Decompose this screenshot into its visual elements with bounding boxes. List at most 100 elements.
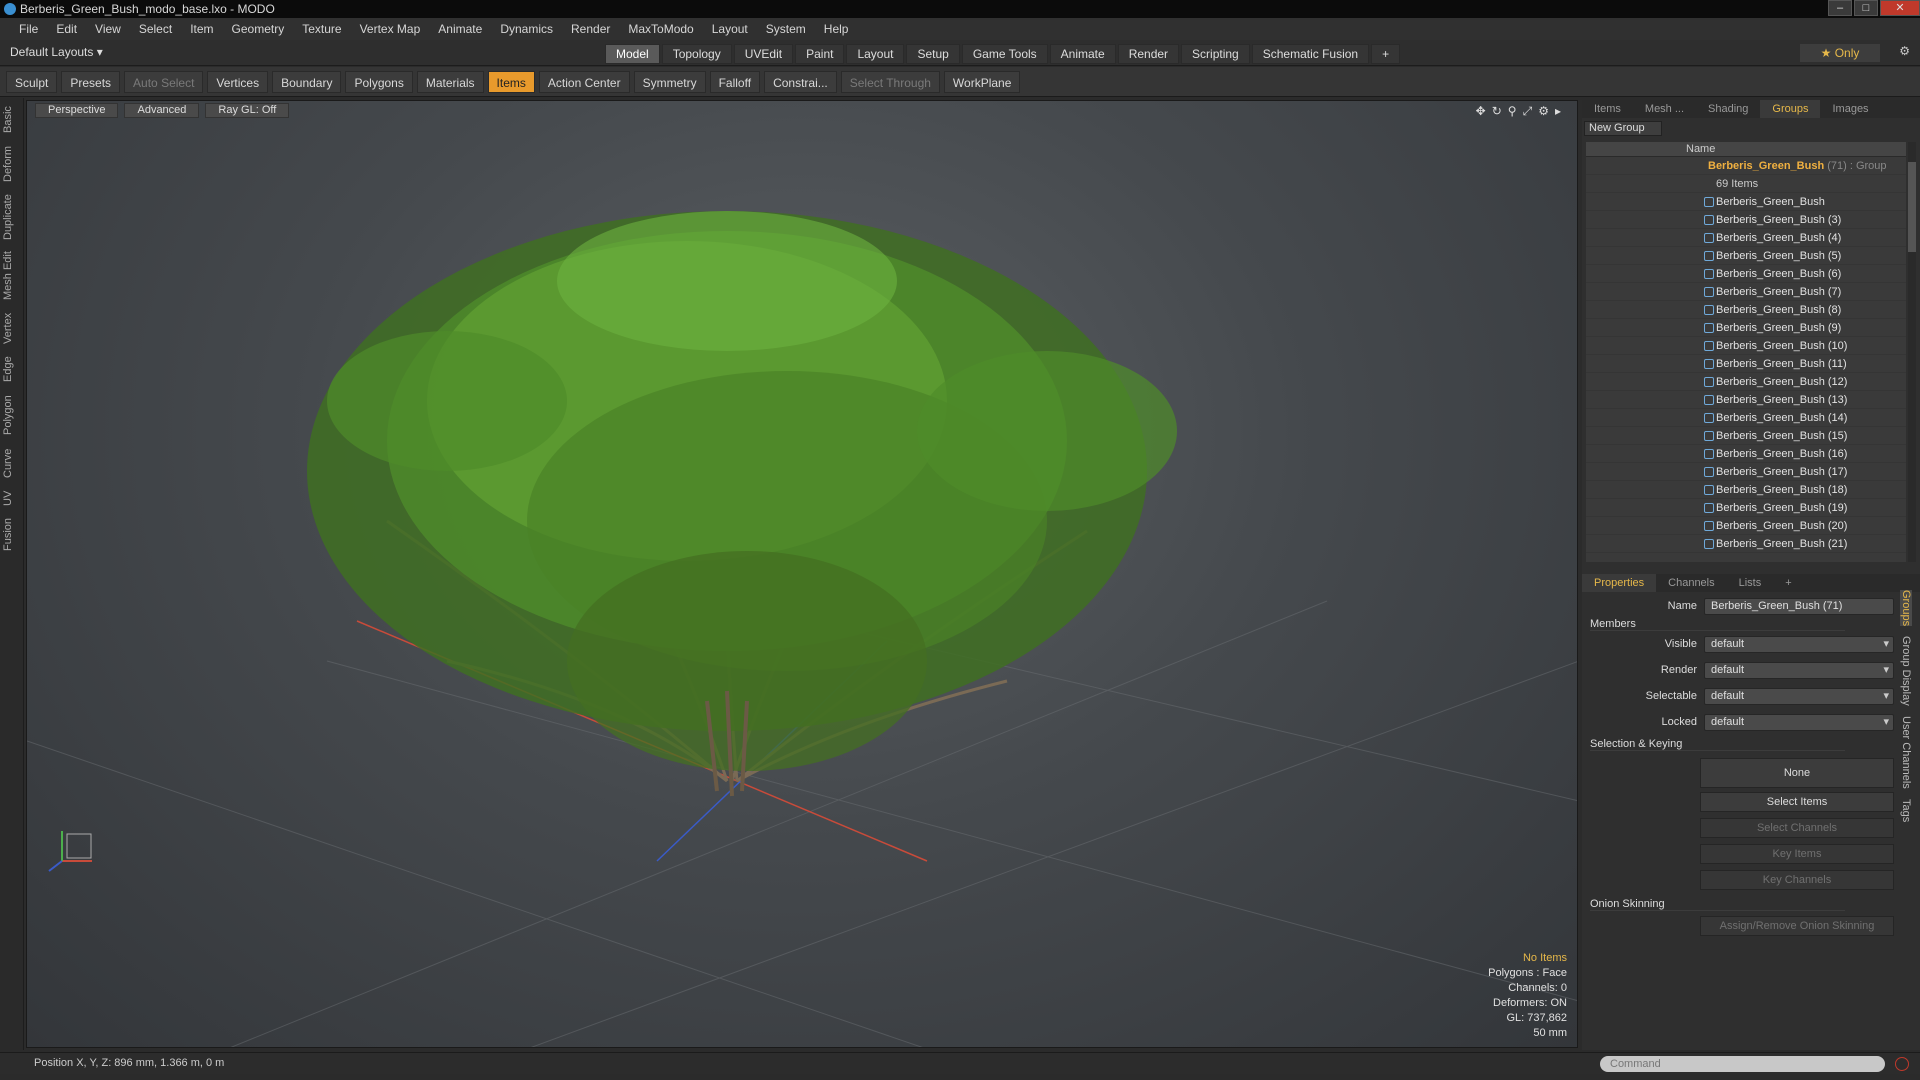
- select-through-button[interactable]: Select Through: [840, 70, 940, 93]
- tab-lists[interactable]: Lists: [1727, 574, 1774, 592]
- selectable-select[interactable]: default ▾: [1704, 688, 1894, 705]
- menu-vertex-map[interactable]: Vertex Map: [351, 22, 430, 36]
- select-channels-button[interactable]: Select Channels: [1700, 818, 1894, 838]
- menu-select[interactable]: Select: [130, 22, 181, 36]
- name-field[interactable]: Berberis_Green_Bush (71): [1704, 598, 1894, 615]
- constrain-button[interactable]: Constrai...: [764, 70, 837, 93]
- tab-images[interactable]: Images: [1820, 100, 1880, 118]
- advanced-dropdown[interactable]: Advanced: [124, 103, 200, 118]
- menu-item[interactable]: Item: [181, 22, 222, 36]
- 3d-viewport[interactable]: Perspective Advanced Ray GL: Off ✥↻⚲⤢⚙▸ …: [26, 100, 1578, 1048]
- items-button[interactable]: Items: [487, 70, 535, 93]
- menu-system[interactable]: System: [757, 22, 815, 36]
- menu-layout[interactable]: Layout: [703, 22, 757, 36]
- close-button[interactable]: ✕: [1880, 0, 1920, 16]
- render-select[interactable]: default ▾: [1704, 662, 1894, 679]
- tab-uv[interactable]: UV: [2, 488, 22, 508]
- viewport-settings-icon[interactable]: ⚙: [1538, 104, 1555, 118]
- workplane-button[interactable]: WorkPlane: [943, 70, 1021, 93]
- zoom-view-icon[interactable]: ⚲: [1508, 104, 1523, 118]
- scrollbar-thumb[interactable]: [1908, 162, 1916, 252]
- tab-deform[interactable]: Deform: [2, 144, 22, 184]
- command-history-icon[interactable]: [1895, 1057, 1909, 1071]
- viewport-menu-icon[interactable]: ▸: [1555, 104, 1567, 118]
- sculpt-button[interactable]: Sculpt: [6, 70, 58, 93]
- tab-items[interactable]: Items: [1582, 100, 1633, 118]
- only-toggle[interactable]: ★ Only: [1800, 44, 1880, 62]
- tab-model[interactable]: Model: [605, 44, 660, 64]
- menu-geometry[interactable]: Geometry: [223, 22, 294, 36]
- members-section[interactable]: Members: [1590, 618, 1845, 631]
- falloff-button[interactable]: Falloff: [709, 70, 761, 93]
- maximize-button[interactable]: □: [1854, 0, 1878, 16]
- list-item[interactable]: Berberis_Green_Bush (3): [1586, 211, 1906, 229]
- command-input[interactable]: Command: [1600, 1056, 1885, 1072]
- tab-polygon[interactable]: Polygon: [2, 392, 22, 438]
- menu-render[interactable]: Render: [562, 22, 619, 36]
- select-items-button[interactable]: Select Items: [1700, 792, 1894, 812]
- maximize-view-icon[interactable]: ⤢: [1523, 104, 1539, 118]
- tab-curve[interactable]: Curve: [2, 446, 22, 480]
- new-group-button[interactable]: New Group: [1584, 121, 1662, 136]
- perspective-dropdown[interactable]: Perspective: [35, 103, 119, 118]
- tab-schematic-fusion[interactable]: Schematic Fusion: [1251, 44, 1370, 64]
- auto-select-button[interactable]: Auto Select: [124, 70, 204, 93]
- list-item[interactable]: Berberis_Green_Bush: [1586, 193, 1906, 211]
- menu-help[interactable]: Help: [815, 22, 858, 36]
- symmetry-button[interactable]: Symmetry: [633, 70, 706, 93]
- list-item[interactable]: Berberis_Green_Bush (11): [1586, 355, 1906, 373]
- menu-dynamics[interactable]: Dynamics: [491, 22, 562, 36]
- list-item[interactable]: Berberis_Green_Bush (14): [1586, 409, 1906, 427]
- side-tab-groups[interactable]: Groups: [1900, 590, 1912, 627]
- list-item[interactable]: Berberis_Green_Bush (4): [1586, 229, 1906, 247]
- tab-duplicate[interactable]: Duplicate: [2, 192, 22, 242]
- list-item[interactable]: Berberis_Green_Bush (12): [1586, 373, 1906, 391]
- tab-shading[interactable]: Shading: [1696, 100, 1760, 118]
- menu-edit[interactable]: Edit: [47, 22, 86, 36]
- list-item[interactable]: Berberis_Green_Bush (15): [1586, 427, 1906, 445]
- onion-skinning-button[interactable]: Assign/Remove Onion Skinning: [1700, 916, 1894, 936]
- tab-game-tools[interactable]: Game Tools: [961, 44, 1048, 64]
- add-tab-button[interactable]: +: [1371, 44, 1401, 64]
- tab-basic[interactable]: Basic: [2, 104, 22, 136]
- list-item[interactable]: Berberis_Green_Bush (9): [1586, 319, 1906, 337]
- menu-animate[interactable]: Animate: [429, 22, 491, 36]
- key-channels-button[interactable]: Key Channels: [1700, 870, 1894, 890]
- tab-setup[interactable]: Setup: [906, 44, 960, 64]
- tab-topology[interactable]: Topology: [661, 44, 732, 64]
- side-tab-tags[interactable]: Tags: [1900, 799, 1912, 822]
- tab-uvedit[interactable]: UVEdit: [733, 44, 794, 64]
- side-tab-group-display[interactable]: Group Display: [1900, 636, 1912, 706]
- tab-fusion[interactable]: Fusion: [2, 516, 22, 552]
- tab-properties[interactable]: Properties: [1582, 574, 1657, 592]
- tab-paint[interactable]: Paint: [795, 44, 845, 64]
- side-tab-user-channels[interactable]: User Channels: [1900, 716, 1912, 789]
- tab-vertex[interactable]: Vertex: [2, 310, 22, 346]
- tab-channels[interactable]: Channels: [1656, 574, 1726, 592]
- tab-layout[interactable]: Layout: [846, 44, 905, 64]
- list-item[interactable]: Berberis_Green_Bush (21): [1586, 535, 1906, 553]
- add-tab-button[interactable]: +: [1773, 574, 1803, 592]
- list-item[interactable]: Berberis_Green_Bush (6): [1586, 265, 1906, 283]
- list-item[interactable]: Berberis_Green_Bush (5): [1586, 247, 1906, 265]
- list-item[interactable]: Berberis_Green_Bush (10): [1586, 337, 1906, 355]
- tab-scripting[interactable]: Scripting: [1181, 44, 1250, 64]
- menu-texture[interactable]: Texture: [293, 22, 350, 36]
- raygl-toggle[interactable]: Ray GL: Off: [205, 103, 290, 118]
- list-item[interactable]: Berberis_Green_Bush (17): [1586, 463, 1906, 481]
- boundary-button[interactable]: Boundary: [272, 70, 342, 93]
- materials-button[interactable]: Materials: [416, 70, 484, 93]
- rotate-view-icon[interactable]: ↻: [1492, 104, 1508, 118]
- onion-skinning-section[interactable]: Onion Skinning: [1590, 898, 1845, 911]
- none-button[interactable]: None: [1700, 758, 1894, 788]
- minimize-button[interactable]: –: [1828, 0, 1852, 16]
- locked-select[interactable]: default ▾: [1704, 714, 1894, 731]
- tab-edge[interactable]: Edge: [2, 354, 22, 384]
- menu-file[interactable]: File: [10, 22, 47, 36]
- tab-animate[interactable]: Animate: [1049, 44, 1116, 64]
- menu-maxtomodo[interactable]: MaxToModo: [619, 22, 702, 36]
- visible-select[interactable]: default ▾: [1704, 636, 1894, 653]
- default-layouts-dropdown[interactable]: Default Layouts ▾: [10, 45, 103, 59]
- selection-keying-section[interactable]: Selection & Keying: [1590, 738, 1845, 751]
- list-item[interactable]: Berberis_Green_Bush (20): [1586, 517, 1906, 535]
